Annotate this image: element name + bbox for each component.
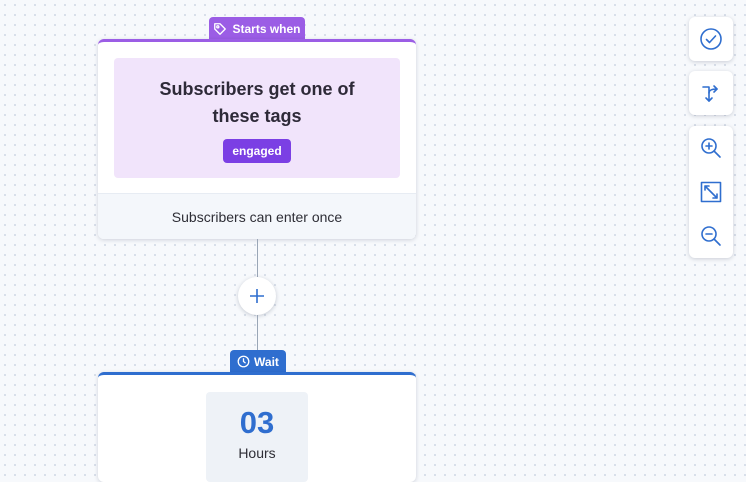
validate-panel	[689, 17, 733, 61]
zoom-out-button[interactable]	[689, 214, 733, 258]
fit-screen-button[interactable]	[689, 170, 733, 214]
wait-node[interactable]: 03 Hours	[98, 372, 416, 482]
trigger-node[interactable]: Subscribers get one of these tags engage…	[98, 39, 416, 239]
wait-label: Wait	[254, 354, 279, 369]
tag-chip[interactable]: engaged	[223, 139, 291, 163]
starts-when-badge: Starts when	[209, 17, 305, 40]
zoom-panel	[689, 126, 733, 258]
branch-icon	[699, 81, 723, 105]
wait-duration[interactable]: 03 Hours	[206, 392, 308, 482]
branch-button[interactable]	[689, 71, 733, 115]
zoom-in-button[interactable]	[689, 126, 733, 170]
starts-when-label: Starts when	[232, 21, 301, 36]
check-circle-icon	[699, 27, 723, 51]
fit-screen-icon	[699, 180, 723, 204]
tag-icon	[213, 22, 227, 36]
connector-line	[257, 239, 258, 277]
wait-amount: 03	[239, 405, 275, 440]
clock-icon	[237, 355, 250, 368]
plus-icon	[249, 288, 265, 304]
zoom-out-icon	[699, 224, 723, 248]
connector-line	[257, 315, 258, 351]
trigger-title: Subscribers get one of these tags	[159, 79, 355, 126]
branch-panel	[689, 71, 733, 115]
wait-badge: Wait	[230, 350, 286, 373]
validate-button[interactable]	[689, 17, 733, 61]
workflow-canvas[interactable]: Starts when Subscribers get one of these…	[0, 0, 746, 482]
zoom-in-icon	[699, 136, 723, 160]
trigger-condition[interactable]: Subscribers get one of these tags engage…	[114, 58, 400, 178]
add-step-button[interactable]	[238, 277, 276, 315]
wait-unit: Hours	[238, 445, 276, 461]
entry-rule[interactable]: Subscribers can enter once	[98, 193, 416, 239]
